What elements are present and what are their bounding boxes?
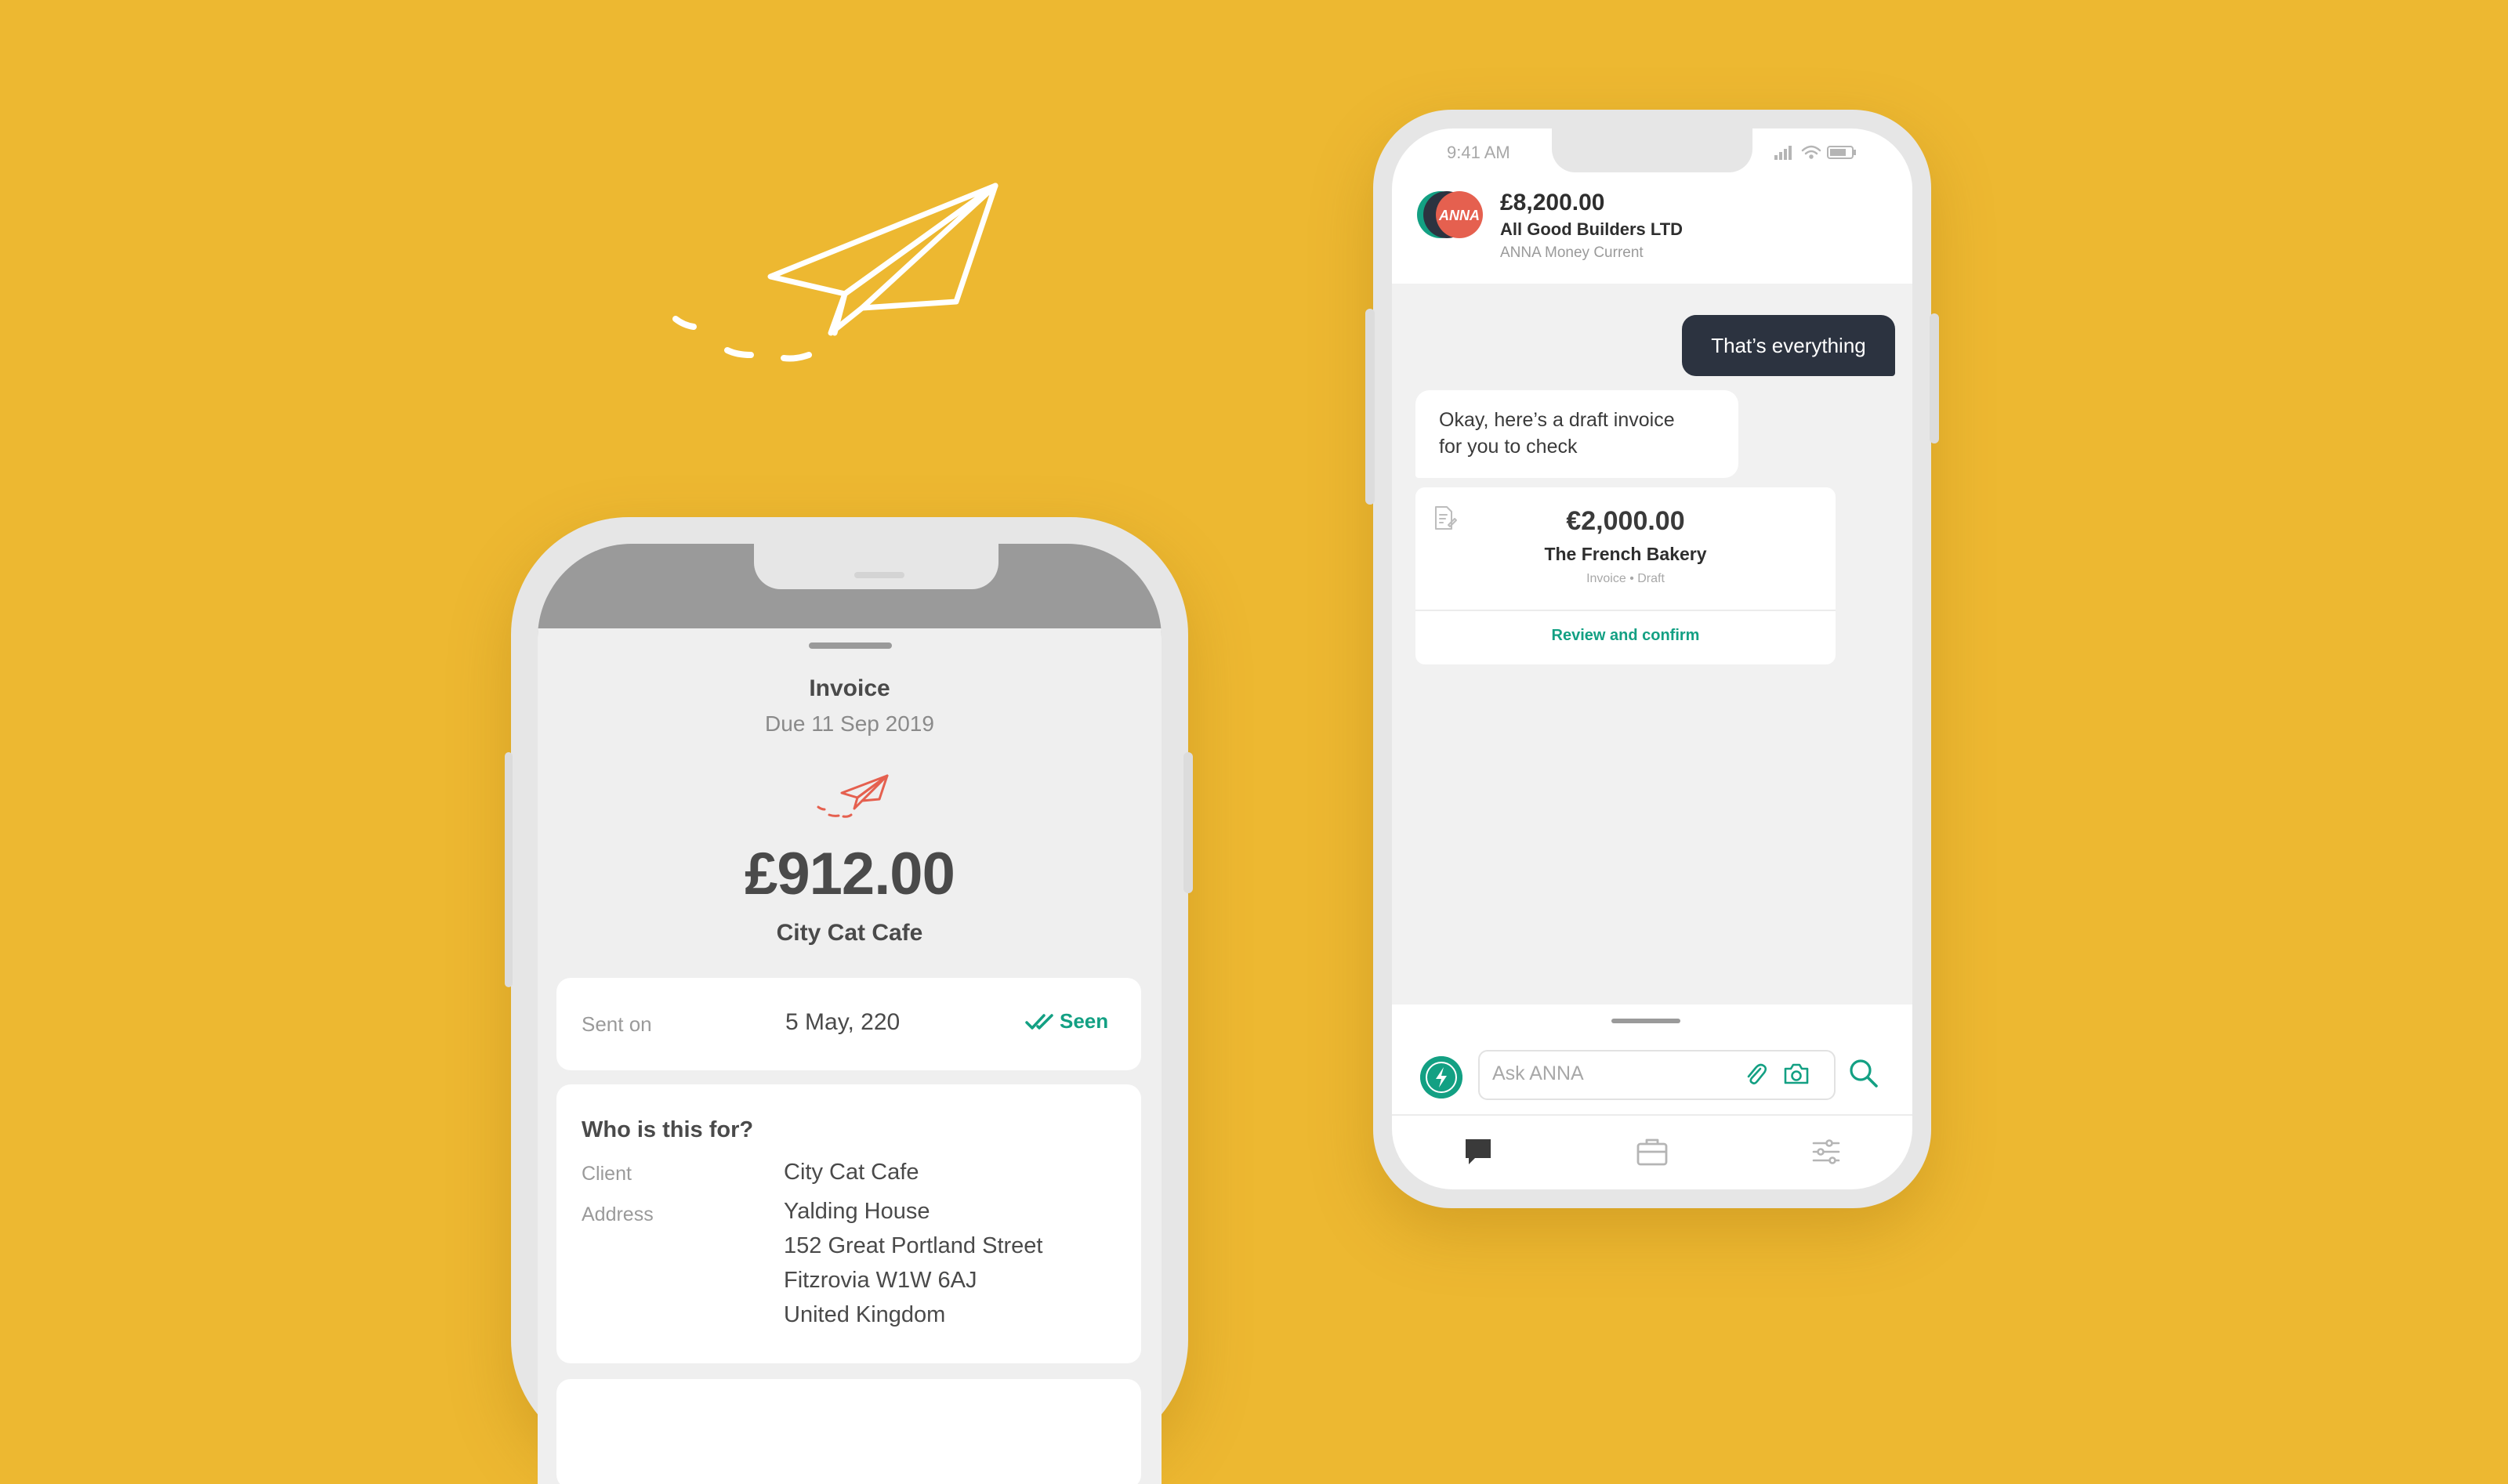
- next-card: [556, 1379, 1141, 1484]
- phone-notch: [754, 544, 998, 589]
- tabbar-divider: [1392, 1114, 1912, 1116]
- recipient-title: Who is this for?: [582, 1117, 754, 1142]
- signal-icon: [1774, 146, 1792, 160]
- draft-invoice-company: The French Bakery: [1544, 544, 1707, 564]
- review-confirm-button[interactable]: Review and confirm: [1415, 627, 1836, 645]
- company-name: All Good Builders LTD: [1500, 219, 1683, 239]
- left-phone: Invoice Due 11 Sep 2019 £912.00 City Cat…: [505, 517, 1193, 1484]
- seen-label: Seen: [1060, 1009, 1109, 1033]
- invoice-due-date: Due 11 Sep 2019: [765, 711, 934, 736]
- right-phone: 9:41 AM ANNA £8,200.00 All Good Builders…: [1365, 110, 1939, 1208]
- seen-status: Seen: [1025, 1009, 1108, 1033]
- bot-message-line: Okay, here’s a draft invoice: [1439, 409, 1675, 431]
- sent-status-card: Sent on 5 May, 220 Seen: [556, 978, 1141, 1070]
- phone-side-button: [1183, 752, 1193, 893]
- input-panel: Ask ANNA: [1392, 1004, 1912, 1189]
- sheet-grabber[interactable]: [809, 642, 892, 649]
- panel-grabber[interactable]: [1611, 1019, 1680, 1023]
- address-line: United Kingdom: [784, 1302, 946, 1327]
- speaker-grille: [854, 572, 904, 578]
- bolt-icon[interactable]: [1420, 1056, 1462, 1099]
- recipient-card: Who is this for? Client City Cat Cafe Ad…: [556, 1084, 1141, 1363]
- user-message-bubble: That’s everything: [1682, 315, 1895, 376]
- account-balance: £8,200.00: [1500, 190, 1605, 215]
- briefcase-icon[interactable]: [1635, 1136, 1669, 1167]
- chat-screen: 9:41 AM ANNA £8,200.00 All Good Builders…: [1392, 128, 1912, 1189]
- address-label: Address: [582, 1203, 654, 1225]
- status-icons: [1774, 145, 1856, 160]
- phone-side-button: [1365, 309, 1375, 505]
- camera-icon[interactable]: [1782, 1061, 1810, 1088]
- phone-notch: [1552, 128, 1752, 172]
- paper-plane-icon: [817, 774, 889, 818]
- ask-anna-input[interactable]: Ask ANNA: [1478, 1050, 1836, 1100]
- settings-sliders-icon[interactable]: [1809, 1136, 1843, 1167]
- invoice-amount: £912.00: [745, 841, 955, 907]
- invoice-screen: Invoice Due 11 Sep 2019 £912.00 City Cat…: [538, 544, 1162, 1484]
- chat-icon[interactable]: [1461, 1136, 1495, 1167]
- invoice-title: Invoice: [809, 675, 890, 701]
- card-divider: [1415, 610, 1836, 611]
- double-check-icon: [1025, 1013, 1053, 1030]
- account-name: ANNA Money Current: [1500, 244, 1644, 261]
- address-line: 152 Great Portland Street: [784, 1233, 1043, 1258]
- sent-date: 5 May, 220: [785, 1009, 901, 1035]
- paper-plane-illustration: [672, 183, 998, 362]
- status-time: 9:41 AM: [1447, 143, 1510, 162]
- draft-invoice-card[interactable]: €2,000.00 The French Bakery Invoice • Dr…: [1415, 487, 1836, 664]
- address-line: Yalding House: [784, 1199, 930, 1224]
- bot-message-line: for you to check: [1439, 436, 1578, 458]
- address-line: Fitzrovia W1W 6AJ: [784, 1268, 977, 1293]
- client-label: Client: [582, 1163, 632, 1185]
- battery-icon: [1827, 146, 1856, 159]
- wifi-icon: [1801, 145, 1821, 159]
- invoice-client-name: City Cat Cafe: [776, 920, 923, 946]
- client-value: City Cat Cafe: [784, 1160, 919, 1185]
- invoice-sheet: Invoice Due 11 Sep 2019 £912.00 City Cat…: [538, 628, 1162, 1484]
- ask-anna-placeholder: Ask ANNA: [1492, 1062, 1584, 1084]
- draft-invoice-amount: €2,000.00: [1566, 506, 1685, 536]
- search-icon[interactable]: [1847, 1056, 1881, 1091]
- paperclip-icon[interactable]: [1743, 1061, 1768, 1088]
- draft-invoice-meta: Invoice • Draft: [1586, 572, 1665, 585]
- bot-message-bubble: Okay, here’s a draft invoice for you to …: [1415, 390, 1738, 478]
- avatar-text: ANNA: [1438, 208, 1480, 223]
- phone-side-button: [505, 752, 513, 987]
- account-avatars[interactable]: ANNA: [1415, 188, 1494, 243]
- sent-on-label: Sent on: [582, 1012, 652, 1036]
- phone-side-button: [1930, 313, 1939, 443]
